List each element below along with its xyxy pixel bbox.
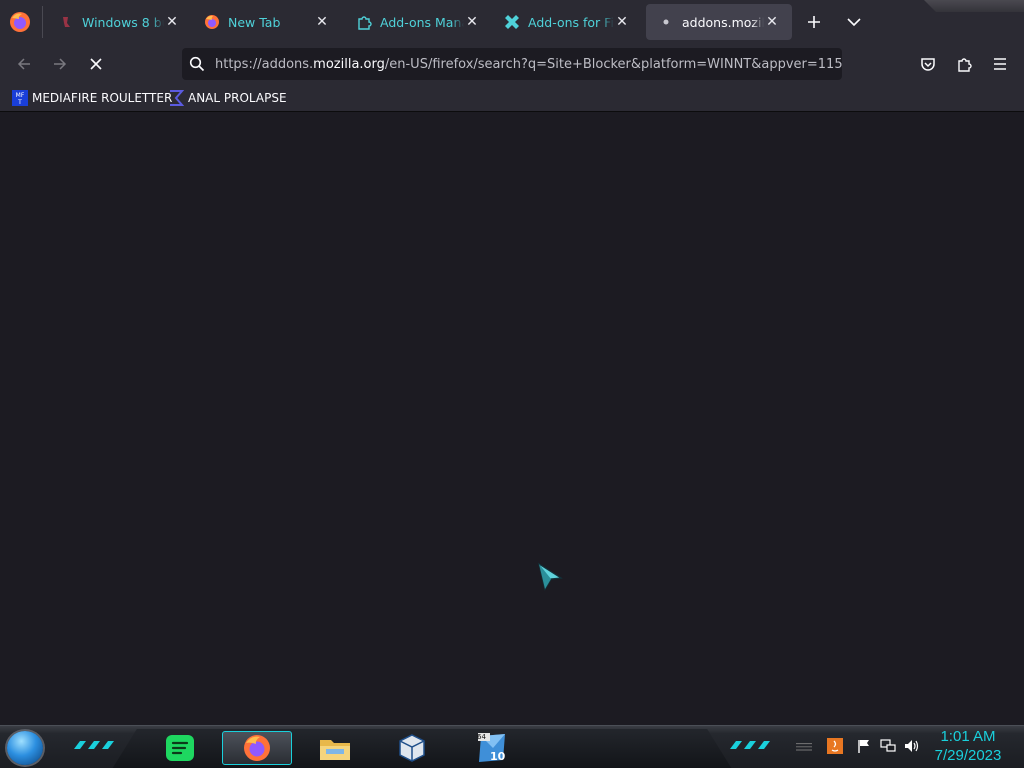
java-icon <box>827 738 843 754</box>
network-icon <box>880 739 896 752</box>
url-path: /en-US/firefox/search?q=Site+Blocker&pla… <box>384 56 842 72</box>
tab-addons-mozilla-org[interactable]: addons.mozilla.org ✕ <box>646 4 792 40</box>
close-icon[interactable]: ✕ <box>764 14 780 30</box>
spotify-icon <box>166 735 194 761</box>
tab-divider <box>42 6 43 38</box>
close-icon[interactable]: ✕ <box>314 14 330 30</box>
taskbar-clock[interactable]: 1:01 AM 7/29/2023 <box>928 728 1008 766</box>
tab-label: Add-ons Manager <box>380 14 464 30</box>
tray-network[interactable] <box>880 738 896 754</box>
win-version: 10 <box>490 750 506 763</box>
taskbar-spotify[interactable] <box>145 731 215 765</box>
clock-time: 1:01 AM <box>940 728 996 745</box>
bookmarks-toolbar: MF T MEDIAFIRE ROULETTER ANAL PROLAPSE <box>0 84 1024 112</box>
tab-windows8-build[interactable]: Windows 8 build ✕ <box>46 4 192 40</box>
tab-favicon <box>58 14 74 30</box>
tray-action-center[interactable] <box>856 738 872 754</box>
svg-text:MF: MF <box>16 92 25 99</box>
clock-date: 7/29/2023 <box>934 747 1002 764</box>
svg-text:T: T <box>17 99 22 106</box>
hamburger-menu-icon <box>994 58 1006 70</box>
taskbar-file-explorer[interactable] <box>300 731 370 765</box>
page-content-area[interactable] <box>0 113 1024 725</box>
pocket-icon <box>921 58 935 71</box>
tab-addons-for-firefox[interactable]: Add-ons for Firefox ✕ <box>492 4 642 40</box>
mediafire-icon: MF T <box>12 90 28 106</box>
close-icon <box>90 58 102 70</box>
arrow-left-icon <box>17 58 30 70</box>
url-bar[interactable]: https://addons.mozilla.org/en-US/firefox… <box>182 48 842 80</box>
app-menu-button[interactable] <box>986 50 1014 78</box>
puzzle-icon <box>958 58 972 72</box>
chevron-decoration-icon <box>730 741 770 749</box>
plus-icon <box>808 16 820 28</box>
close-icon[interactable]: ✕ <box>464 14 480 30</box>
virtualbox-icon <box>399 734 425 762</box>
taskbar-virtualbox[interactable] <box>377 731 447 765</box>
tab-label: New Tab <box>228 14 281 30</box>
firefox-icon <box>244 735 270 761</box>
stop-loading-button[interactable] <box>82 50 110 78</box>
pocket-button[interactable] <box>914 50 942 78</box>
navigation-toolbar: https://addons.mozilla.org/en-US/firefox… <box>0 44 1024 84</box>
firefox-icon <box>204 14 220 30</box>
list-all-tabs-button[interactable] <box>840 8 868 36</box>
window-frame-ornament <box>924 0 1024 12</box>
chevron-down-icon <box>847 18 861 27</box>
tab-label: Add-ons for Firefox <box>528 14 614 30</box>
win-badge: 64 <box>477 733 486 741</box>
arrow-right-icon <box>54 58 67 70</box>
tray-volume[interactable] <box>904 738 920 754</box>
tab-label: addons.mozilla.org <box>682 14 764 30</box>
tab-addons-manager[interactable]: Add-ons Manager ✕ <box>344 4 492 40</box>
loading-dot-icon <box>658 14 674 30</box>
new-tab-button[interactable] <box>800 8 828 36</box>
flag-icon <box>858 740 869 753</box>
bookmark-anal-prolapse[interactable]: ANAL PROLAPSE <box>168 89 287 107</box>
tray-java[interactable] <box>827 738 843 754</box>
back-button[interactable] <box>10 50 38 78</box>
extensions-button[interactable] <box>950 50 978 78</box>
tab-new-tab[interactable]: New Tab ✕ <box>192 4 342 40</box>
forward-button[interactable] <box>46 50 74 78</box>
taskbar-windows10-vm[interactable]: 64 10 <box>457 731 527 765</box>
chevron-decoration-icon <box>74 741 114 749</box>
taskbar: 64 10 1:01 AM 7/29/2023 <box>0 725 1024 768</box>
addons-mozilla-icon <box>504 14 520 30</box>
mouse-cursor-icon <box>537 562 563 591</box>
file-explorer-icon <box>320 740 350 760</box>
url-prefix: https://addons. <box>215 56 314 72</box>
volume-icon <box>905 740 919 752</box>
url-domain: mozilla.org <box>313 56 385 72</box>
taskbar-firefox[interactable] <box>222 731 292 765</box>
bookmark-label: MEDIAFIRE ROULETTER <box>32 91 173 105</box>
puzzle-icon <box>356 14 372 30</box>
url-text[interactable]: https://addons.mozilla.org/en-US/firefox… <box>215 57 842 72</box>
show-desktop-button[interactable] <box>796 738 812 754</box>
search-icon <box>189 56 205 72</box>
tab-label: Windows 8 build <box>82 14 164 30</box>
sigma-icon <box>170 90 184 106</box>
tab-strip: Windows 8 build ✕ New Tab ✕ Add-ons Mana… <box>0 0 1024 44</box>
start-button[interactable] <box>7 731 43 765</box>
close-icon[interactable]: ✕ <box>614 14 630 30</box>
firefox-app-menu-icon[interactable] <box>8 10 32 34</box>
bookmark-mediafire-rouletter[interactable]: MF T MEDIAFIRE ROULETTER <box>12 89 172 107</box>
bookmark-label: ANAL PROLAPSE <box>188 91 287 105</box>
stripes-icon <box>796 743 812 751</box>
close-icon[interactable]: ✕ <box>164 14 180 30</box>
